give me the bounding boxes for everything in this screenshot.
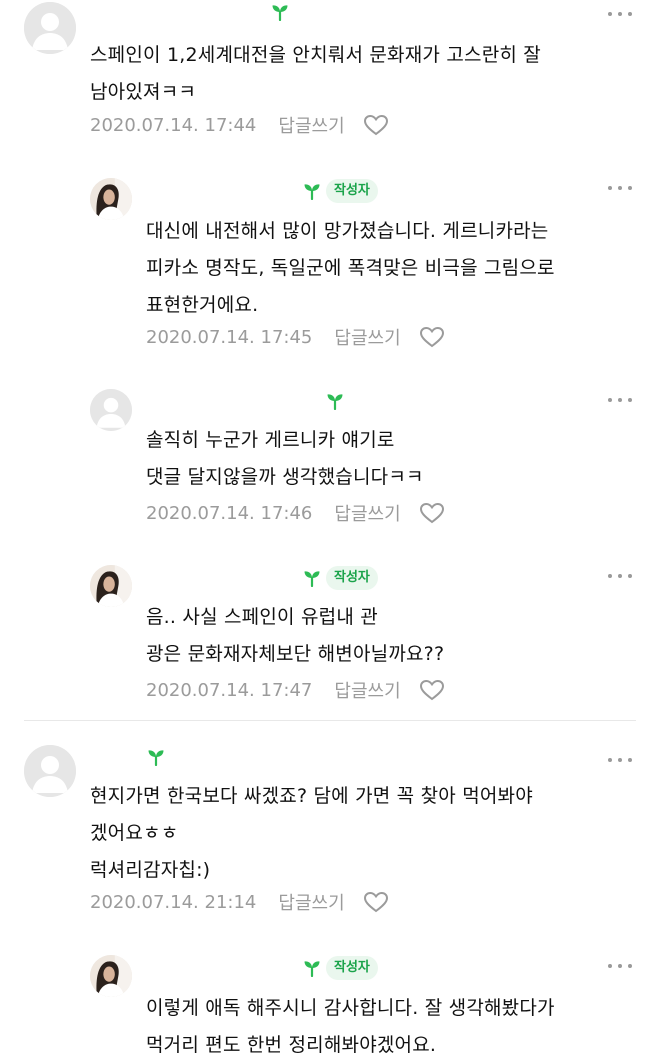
comment-text: 솔직히 누군가 게르니카 얘기로 댓글 달지않을까 생각했습니다ㅋㅋ <box>146 429 424 488</box>
default-avatar[interactable] <box>24 2 76 54</box>
author-avatar[interactable] <box>90 565 132 607</box>
reply-button[interactable]: 답글쓰기 <box>278 112 344 138</box>
sprout-icon <box>303 182 321 200</box>
default-avatar[interactable] <box>90 389 132 431</box>
author-badge: 작성자 <box>326 179 378 203</box>
author-badge: 작성자 <box>326 956 378 980</box>
author-avatar[interactable] <box>90 955 132 997</box>
heart-icon[interactable] <box>363 891 389 913</box>
heart-icon[interactable] <box>419 502 445 524</box>
comment-text: 현지가면 한국보다 싸겠죠? 담에 가면 꼭 찾아 먹어봐야 겠어요ㅎㅎ 럭셔리… <box>90 785 533 881</box>
more-options-icon[interactable] <box>608 10 632 18</box>
comment-date: 2020.07.14. 21:14 <box>90 891 257 913</box>
comment-meta: 2020.07.14. 17:44 답글쓰기 <box>90 112 389 138</box>
reply-button[interactable]: 답글쓰기 <box>334 500 400 526</box>
sprout-icon <box>303 569 321 587</box>
comment-date: 2020.07.14. 17:46 <box>146 502 313 524</box>
heart-icon[interactable] <box>419 679 445 701</box>
sprout-icon <box>147 748 165 766</box>
sprout-icon <box>271 3 289 21</box>
comment-meta: 2020.07.14. 17:46 답글쓰기 <box>146 500 445 526</box>
default-avatar[interactable] <box>24 745 76 797</box>
comment-date: 2020.07.14. 17:47 <box>146 679 313 701</box>
thread-divider <box>24 720 636 721</box>
heart-icon[interactable] <box>363 114 389 136</box>
reply-button[interactable]: 답글쓰기 <box>278 889 344 915</box>
comment-text: 음.. 사실 스페인이 유럽내 관 광은 문화재자체보단 해변아닐까요?? <box>146 606 445 665</box>
sprout-icon <box>326 392 344 410</box>
reply-button[interactable]: 답글쓰기 <box>334 677 400 703</box>
comment-meta: 2020.07.14. 17:47 답글쓰기 <box>146 677 445 703</box>
heart-icon[interactable] <box>419 326 445 348</box>
comment-date: 2020.07.14. 17:45 <box>146 326 313 348</box>
comment-text: 대신에 내전해서 많이 망가졌습니다. 게르니카라는 피카소 명작도, 독일군에… <box>146 220 555 316</box>
comment-date: 2020.07.14. 17:44 <box>90 114 257 136</box>
author-badge: 작성자 <box>326 566 378 590</box>
reply-button[interactable]: 답글쓰기 <box>334 324 400 350</box>
more-options-icon[interactable] <box>608 572 632 580</box>
more-options-icon[interactable] <box>608 962 632 970</box>
comment-meta: 2020.07.14. 17:45 답글쓰기 <box>146 324 445 350</box>
comment-text: 이렇게 애독 해주시니 감사합니다. 잘 생각해봤다가 먹거리 편도 한번 정리… <box>146 997 555 1056</box>
author-avatar[interactable] <box>90 178 132 220</box>
more-options-icon[interactable] <box>608 756 632 764</box>
more-options-icon[interactable] <box>608 396 632 404</box>
comment-text: 스페인이 1,2세계대전을 안치뤄서 문화재가 고스란히 잘 남아있져ㅋㅋ <box>90 44 541 103</box>
more-options-icon[interactable] <box>608 184 632 192</box>
comment-meta: 2020.07.14. 21:14 답글쓰기 <box>90 889 389 915</box>
sprout-icon <box>303 959 321 977</box>
